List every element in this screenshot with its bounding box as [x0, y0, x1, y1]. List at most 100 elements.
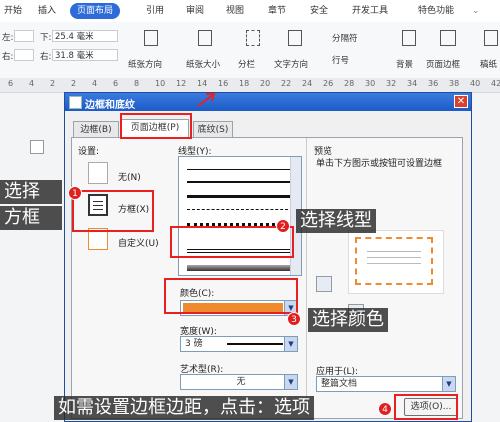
- arrow-icon: [197, 93, 216, 107]
- ruler-number: 20: [260, 79, 271, 88]
- ruler-number: 38: [449, 79, 460, 88]
- menu-review[interactable]: 审阅: [186, 4, 204, 18]
- ruler-number: 42: [491, 79, 500, 88]
- menu-references[interactable]: 引用: [146, 4, 164, 18]
- chevron-down-icon[interactable]: ▼: [284, 375, 297, 389]
- menu-page-layout[interactable]: 页面布局: [70, 3, 121, 19]
- setting-none[interactable]: 无(N): [118, 170, 141, 183]
- background-button[interactable]: 背景: [396, 58, 413, 70]
- dialog-title: 边框和底纹: [85, 100, 135, 111]
- ruler-number: 32: [386, 79, 397, 88]
- step-badge-1: 1: [68, 186, 82, 200]
- margin-right2-input[interactable]: 31.8 毫米: [52, 49, 118, 61]
- apply-to-select[interactable]: 整篇文档 ▼: [316, 376, 456, 392]
- menu-start[interactable]: 开始: [4, 4, 22, 18]
- ruler-number: 8: [134, 79, 140, 88]
- ruler-number: 36: [428, 79, 439, 88]
- text-direction-icon[interactable]: [288, 30, 302, 46]
- divider: [306, 138, 307, 418]
- highlight-page-border-tab: [120, 113, 192, 139]
- highlight-line-style: [170, 226, 294, 258]
- ruler-number: 16: [218, 79, 229, 88]
- art-select[interactable]: 无 ▼: [180, 374, 298, 390]
- text-direction-button[interactable]: 文字方向: [274, 58, 308, 70]
- paper-size-icon[interactable]: [198, 30, 212, 46]
- ruler: 6 4 2 2 4 6 8 10 12 14 16 18 20 22 24 26 28 30 32 34 36 38 40 4…: [0, 78, 500, 93]
- background-icon[interactable]: [402, 30, 416, 46]
- width-select[interactable]: 3 磅 ▼: [180, 336, 298, 352]
- tab-shading[interactable]: 底纹(S): [193, 121, 233, 137]
- callout-step4: 如需设置边框边距，点击：选项: [54, 396, 314, 420]
- margin-right-label: 右:: [2, 52, 14, 62]
- page-border-icon[interactable]: [440, 30, 456, 46]
- line-style-list[interactable]: [178, 156, 302, 276]
- ruler-number: 6: [8, 79, 14, 88]
- preview-border: [355, 237, 433, 285]
- ruler-number: 4: [29, 79, 35, 88]
- ruler-number: 34: [407, 79, 418, 88]
- setting-none-icon[interactable]: [88, 162, 108, 184]
- break-button[interactable]: 分隔符: [332, 32, 358, 44]
- apply-to-value: 整篇文档: [321, 379, 358, 389]
- margin-right-input[interactable]: [14, 49, 34, 61]
- setting-label: 设置:: [78, 147, 100, 157]
- callout-step1-line2: 方框: [0, 206, 62, 230]
- step-badge-3: 3: [287, 312, 301, 326]
- border-left-button[interactable]: [316, 276, 332, 292]
- close-button[interactable]: ✕: [454, 95, 468, 108]
- columns-button[interactable]: 分栏: [238, 58, 255, 70]
- menu-view[interactable]: 视图: [226, 4, 244, 18]
- ruler-number: 12: [176, 79, 187, 88]
- ruler-number: 40: [470, 79, 481, 88]
- app-icon: [69, 96, 82, 109]
- callout-step3: 选择颜色: [308, 308, 388, 332]
- menu-security[interactable]: 安全: [310, 4, 328, 18]
- ruler-number: 14: [197, 79, 208, 88]
- margin-bottom-label: 下:: [40, 33, 52, 43]
- menu-chapter[interactable]: 章节: [268, 4, 286, 18]
- margin-right2-label: 右:: [40, 52, 52, 62]
- preview-page[interactable]: [348, 230, 444, 294]
- ruler-number: 4: [92, 79, 98, 88]
- ruler-number: 24: [302, 79, 313, 88]
- columns-icon[interactable]: [246, 30, 260, 46]
- chevron-down-icon[interactable]: ⌄: [472, 4, 480, 18]
- setting-custom[interactable]: 自定义(U): [118, 236, 159, 249]
- chevron-down-icon[interactable]: ▼: [284, 337, 297, 351]
- margin-left-label: 左:: [2, 33, 14, 43]
- ruler-number: 18: [239, 79, 250, 88]
- margin-bottom-input[interactable]: 25.4 毫米: [52, 30, 118, 42]
- menu-bar: 开始 插入 页面布局 引用 审阅 视图 章节 安全 开发工具 特色功能 ⌄: [0, 0, 500, 23]
- orientation-icon[interactable]: [144, 30, 158, 46]
- manuscript-icon[interactable]: [484, 30, 498, 46]
- document-icon[interactable]: [30, 140, 44, 154]
- ruler-number: 2: [50, 79, 56, 88]
- ribbon-toolbar: 左: 右: 下: 25.4 毫米 右: 31.8 毫米 纸张方向 纸张大小 分栏…: [0, 22, 500, 79]
- preview-hint: 单击下方图示或按钮可设置边框: [316, 159, 443, 169]
- step-badge-2: 2: [276, 219, 290, 233]
- dialog-titlebar: 边框和底纹 ✕: [65, 93, 471, 111]
- ruler-number: 10: [155, 79, 166, 88]
- paper-size-button[interactable]: 纸张大小: [186, 58, 220, 70]
- callout-step2: 选择线型: [296, 209, 376, 233]
- menu-developer[interactable]: 开发工具: [352, 4, 388, 18]
- tab-borders[interactable]: 边框(B): [73, 121, 119, 137]
- menu-features[interactable]: 特色功能: [418, 4, 454, 18]
- ruler-number: 28: [344, 79, 355, 88]
- line-number-button[interactable]: 行号: [332, 54, 349, 66]
- ruler-number: 22: [281, 79, 292, 88]
- menu-insert[interactable]: 插入: [38, 4, 56, 18]
- ruler-number: 6: [113, 79, 119, 88]
- ruler-number: 30: [365, 79, 376, 88]
- highlight-color: [164, 278, 298, 314]
- ruler-number: 26: [323, 79, 334, 88]
- width-value: 3 磅: [185, 339, 203, 349]
- ruler-number: 2: [71, 79, 77, 88]
- page-border-button[interactable]: 页面边框: [426, 58, 460, 70]
- callout-step1-line1: 选择: [0, 180, 62, 204]
- manuscript-button[interactable]: 稿纸: [480, 58, 497, 70]
- chevron-down-icon[interactable]: ▼: [442, 377, 455, 391]
- orientation-button[interactable]: 纸张方向: [128, 58, 162, 70]
- margin-left-input[interactable]: [14, 30, 34, 42]
- highlight-box-setting: [72, 190, 154, 232]
